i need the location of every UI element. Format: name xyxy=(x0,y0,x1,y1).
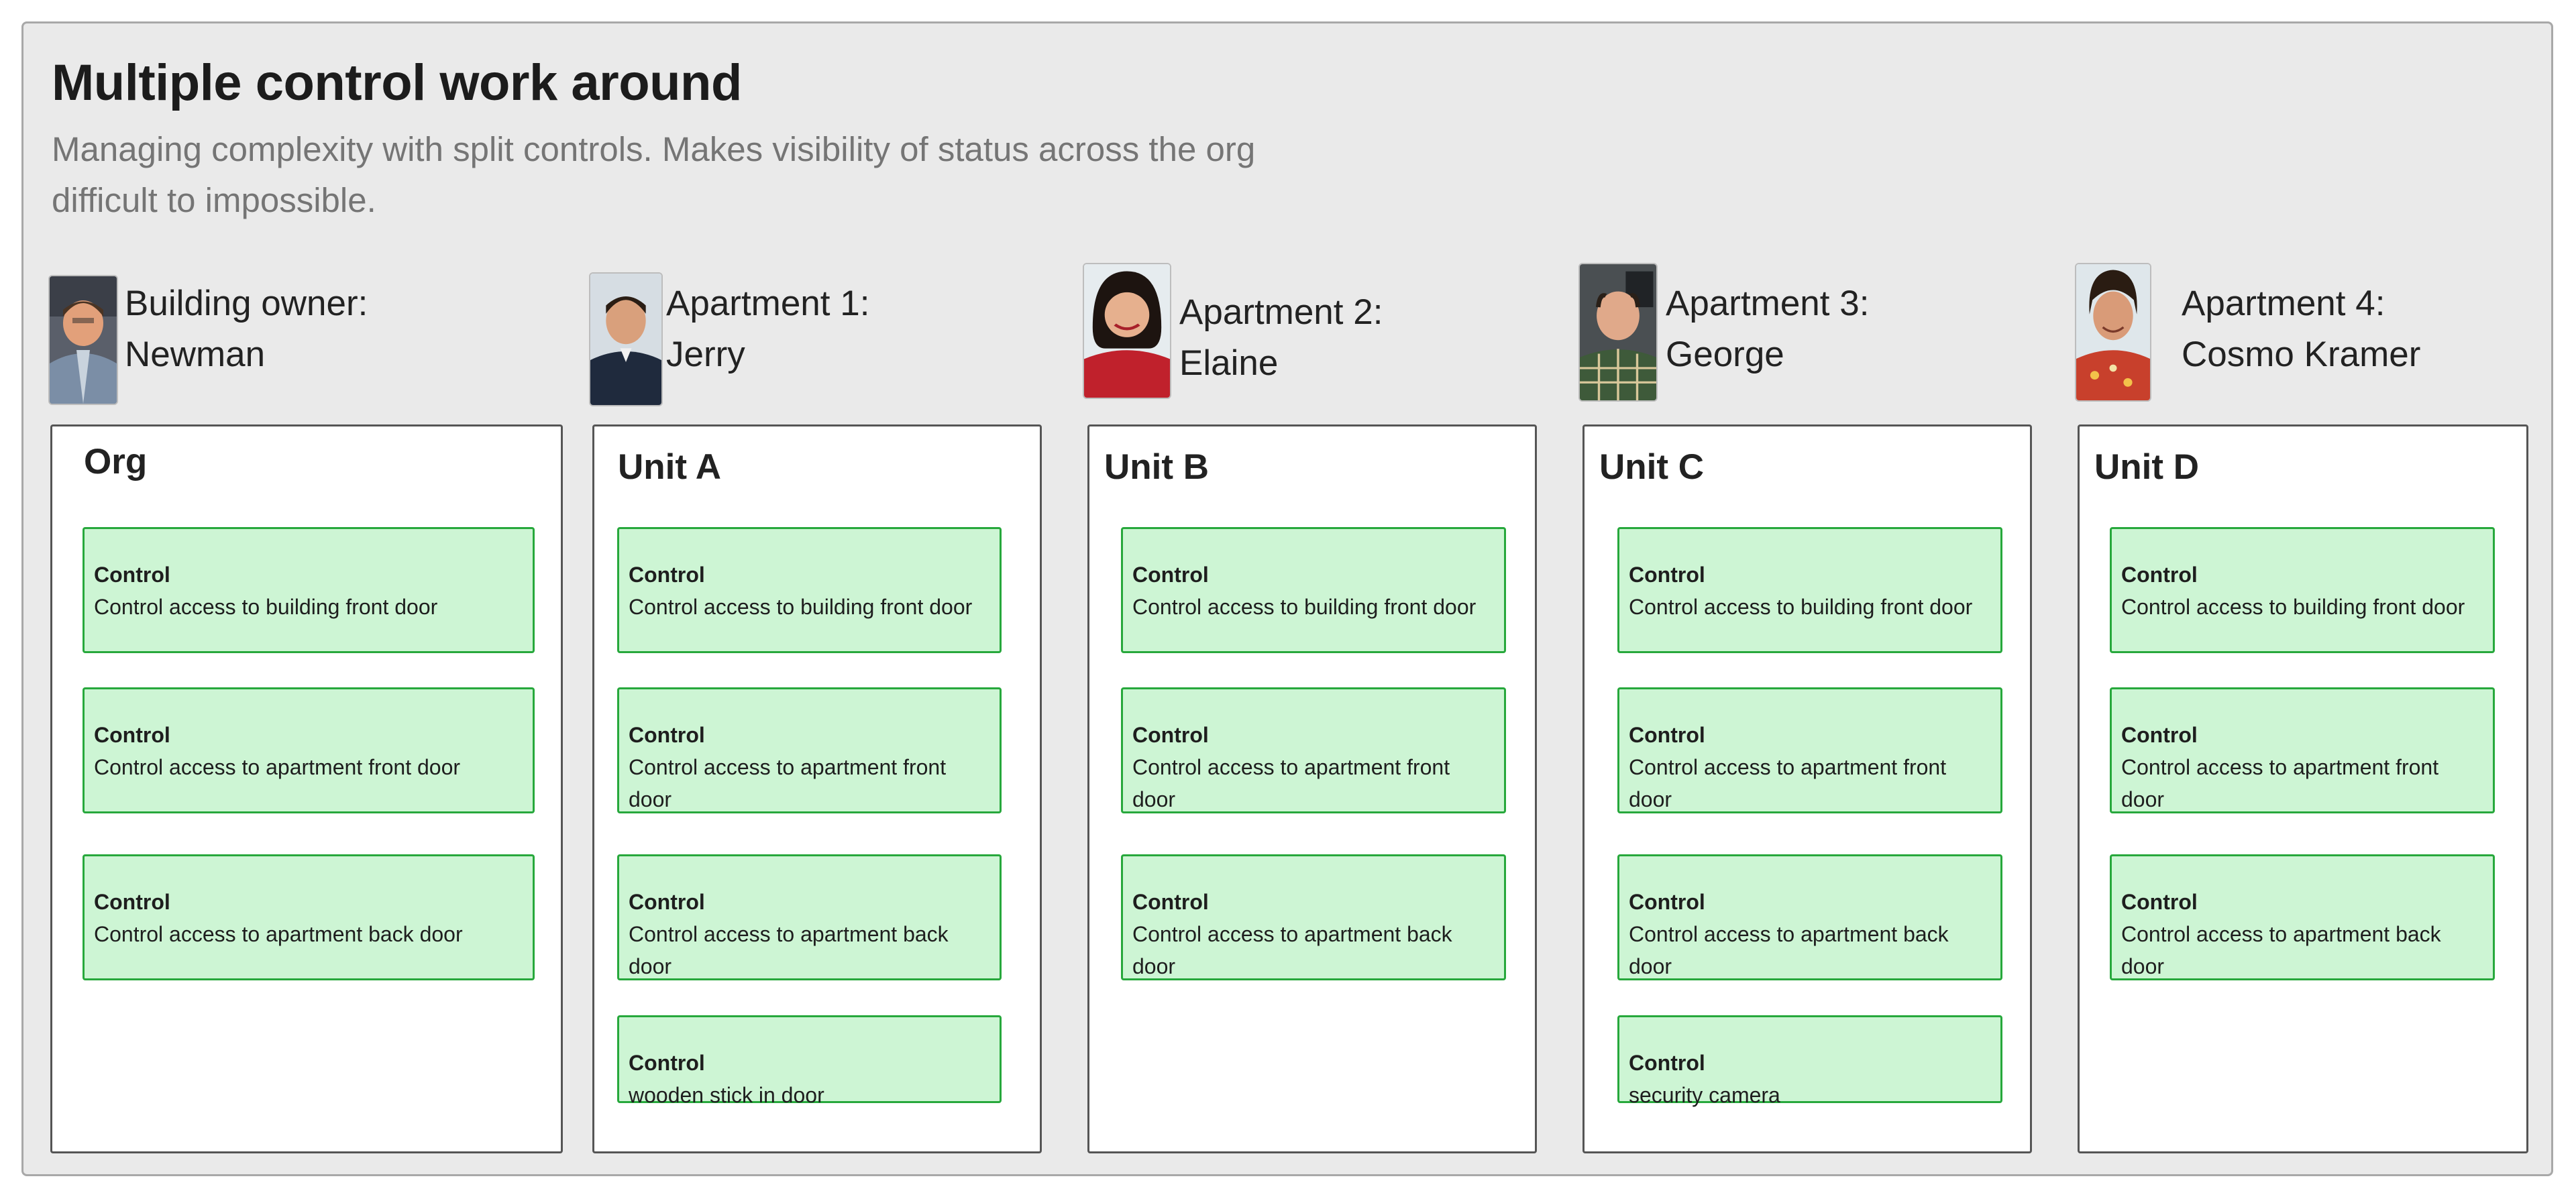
control-card-label: Control xyxy=(2121,890,2198,914)
control-card: Control Control access to building front… xyxy=(2110,527,2495,653)
unit-title: Unit C xyxy=(1599,447,1705,487)
diagram-canvas: Multiple control work around Managing co… xyxy=(0,0,2576,1201)
control-card-text: Control access to apartment back door xyxy=(1132,922,1452,978)
control-card-label: Control xyxy=(629,563,705,587)
control-card-text: security camera xyxy=(1629,1083,1780,1107)
control-card: Control Control access to apartment back… xyxy=(1617,854,2002,980)
control-card-text: Control access to building front door xyxy=(1629,595,1973,619)
page-subtitle: Managing complexity with split controls.… xyxy=(52,130,1256,219)
control-card-label: Control xyxy=(94,563,170,587)
control-card: Control Control access to apartment fron… xyxy=(2110,687,2495,813)
unit-title: Unit A xyxy=(618,447,722,487)
person-name-label: Jerry xyxy=(666,335,745,374)
control-card-label: Control xyxy=(1132,890,1209,914)
control-card: Control Control access to apartment back… xyxy=(2110,854,2495,980)
unit-column-a: Unit A Control Control access to buildin… xyxy=(592,424,1042,1153)
person-name-label: George xyxy=(1666,335,1784,374)
control-card-label: Control xyxy=(1132,723,1209,747)
control-card-text: Control access to apartment front door xyxy=(1629,755,1947,811)
control-card: Control Control access to building front… xyxy=(617,527,1002,653)
control-card-text: Control access to building front door xyxy=(94,595,438,619)
control-card-text: Control access to apartment back door xyxy=(629,922,949,978)
control-card-label: Control xyxy=(1132,563,1209,587)
control-card-label: Control xyxy=(1629,563,1705,587)
control-card-label: Control xyxy=(1629,890,1705,914)
page-title: Multiple control work around xyxy=(52,54,742,111)
control-card-label: Control xyxy=(2121,723,2198,747)
control-card-text: Control access to apartment front door xyxy=(94,755,461,779)
unit-title: Org xyxy=(84,442,148,481)
control-card-text: Control access to building front door xyxy=(2121,595,2465,619)
control-card-text: wooden stick in door xyxy=(629,1083,824,1107)
control-card-label: Control xyxy=(629,1051,705,1075)
control-card-label: Control xyxy=(1629,1051,1705,1075)
control-card-text: Control access to building front door xyxy=(629,595,973,619)
control-card: Control Control access to apartment fron… xyxy=(1617,687,2002,813)
person-name-label: Cosmo Kramer xyxy=(2182,335,2421,374)
kramer-photo-icon xyxy=(2075,263,2151,402)
unit-title: Unit D xyxy=(2094,447,2200,487)
elaine-photo-icon xyxy=(1083,263,1171,399)
control-card: Control Control access to apartment back… xyxy=(617,854,1002,980)
person-name-label: Elaine xyxy=(1179,343,1279,383)
unit-title: Unit B xyxy=(1104,447,1210,487)
control-card: Control Control access to apartment fron… xyxy=(1121,687,1506,813)
control-card-text: Control access to apartment front door xyxy=(629,755,947,811)
control-card-text: Control access to apartment back door xyxy=(1629,922,1949,978)
control-card: Control Control access to apartment fron… xyxy=(83,687,535,813)
control-card: Control Control access to building front… xyxy=(1121,527,1506,653)
person-role-label: Apartment 3: xyxy=(1666,284,1870,323)
control-card-label: Control xyxy=(94,890,170,914)
unit-column-c: Unit C Control Control access to buildin… xyxy=(1582,424,2032,1153)
unit-column-d: Unit D Control Control access to buildin… xyxy=(2078,424,2528,1153)
control-card: Control Control access to apartment back… xyxy=(83,854,535,980)
unit-column-b: Unit B Control Control access to buildin… xyxy=(1087,424,1537,1153)
person-role-label: Building owner: xyxy=(125,284,368,323)
control-card-text: Control access to apartment front door xyxy=(1132,755,1450,811)
control-card-label: Control xyxy=(2121,563,2198,587)
control-card: Control security camera xyxy=(1617,1015,2002,1107)
control-card: Control Control access to apartment back… xyxy=(1121,854,1506,980)
control-card: Control Control access to building front… xyxy=(1617,527,2002,653)
control-card-label: Control xyxy=(94,723,170,747)
george-photo-icon xyxy=(1578,263,1658,402)
control-card: Control Control access to apartment fron… xyxy=(617,687,1002,813)
control-card-text: Control access to apartment back door xyxy=(94,922,463,946)
control-card: Control wooden stick in door xyxy=(617,1015,1002,1107)
unit-column-org: Org Control Control access to building f… xyxy=(50,424,563,1153)
control-card-text: Control access to apartment back door xyxy=(2121,922,2441,978)
control-card-text: Control access to building front door xyxy=(1132,595,1477,619)
jerry-photo-icon xyxy=(589,272,663,406)
control-card-text: Control access to apartment front door xyxy=(2121,755,2439,811)
control-card-label: Control xyxy=(629,723,705,747)
newman-photo-icon xyxy=(48,275,118,405)
person-role-label: Apartment 4: xyxy=(2182,284,2385,323)
control-card: Control Control access to building front… xyxy=(83,527,535,653)
person-role-label: Apartment 1: xyxy=(666,284,870,323)
control-card-label: Control xyxy=(629,890,705,914)
control-card-label: Control xyxy=(1629,723,1705,747)
person-role-label: Apartment 2: xyxy=(1179,292,1383,332)
person-name-label: Newman xyxy=(125,335,266,374)
